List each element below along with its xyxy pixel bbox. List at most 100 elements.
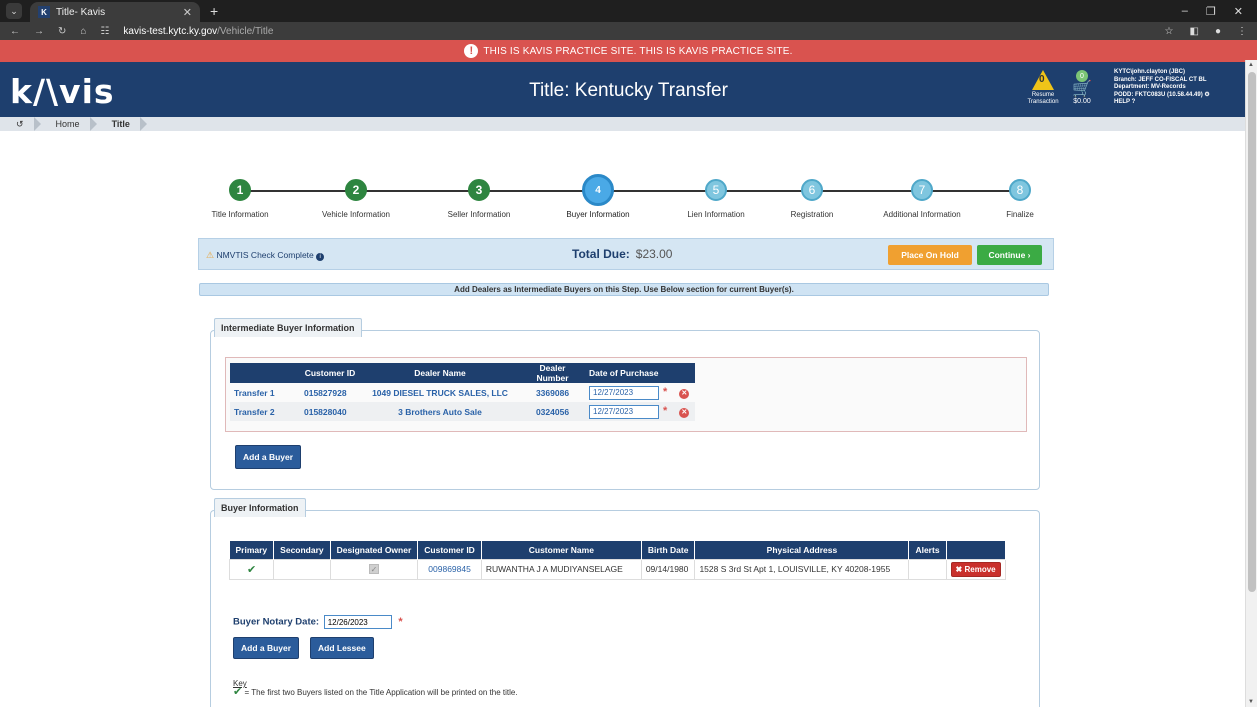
resume-transaction-button[interactable]: 0 Resume Transaction <box>1024 70 1062 106</box>
table-row: Transfer 2 015828040 3 Brothers Auto Sal… <box>230 402 695 421</box>
birth-date: 09/14/1980 <box>640 558 696 580</box>
scroll-down-icon[interactable]: ▼ <box>1248 699 1254 705</box>
back-icon[interactable]: ← <box>10 26 20 37</box>
intermediate-buyer-section: Intermediate Buyer Information Customer … <box>210 318 1040 490</box>
user-department: Department: MV-Records <box>1114 84 1186 90</box>
transfer-label[interactable]: Transfer 2 <box>230 402 300 421</box>
step-finalize: 8 Finalize <box>970 179 1070 219</box>
transaction-info-bar: ⚠ NMVTIS Check Complete i Total Due: $23.… <box>198 238 1054 270</box>
site-settings-icon[interactable]: ☷ <box>100 26 109 37</box>
window-close-icon[interactable]: ✕ <box>1234 5 1243 18</box>
warning-icon: 0 <box>1032 70 1054 90</box>
remove-buyer-button[interactable]: ✖ Remove <box>950 561 1001 577</box>
buyer-information-section: Buyer Information Primary Secondary Desi… <box>210 498 1040 707</box>
remove-transfer-icon[interactable]: ✕ <box>679 408 690 418</box>
step-lien-information: 5 Lien Information <box>666 179 766 219</box>
browser-menu-icon[interactable]: ⋮ <box>1237 26 1247 37</box>
scrollbar-thumb[interactable] <box>1248 72 1256 592</box>
step-seller-information[interactable]: 3 Seller Information <box>429 179 529 219</box>
minimize-icon[interactable]: – <box>1182 5 1188 18</box>
dealer-notice: Add Dealers as Intermediate Buyers on th… <box>199 283 1049 296</box>
page-scrollbar[interactable]: ▲ ▼ <box>1245 60 1257 707</box>
intermediate-buyer-table: Customer ID Dealer Name Dealer Number Da… <box>230 363 695 421</box>
user-branch: Branch: JEFF CO-FISCAL CT BL <box>1114 76 1207 83</box>
table-row: ✔ ✓ 009869845 RUWANTHA J A MUDIYANSELAGE… <box>228 558 1006 580</box>
step-title-information[interactable]: 1 Title Information <box>190 179 290 219</box>
profile-avatar-icon[interactable]: ● <box>1215 26 1221 37</box>
dealer-name[interactable]: 3 Brothers Auto Sale <box>360 402 520 421</box>
designated-owner-checkbox: ✓ <box>368 564 379 574</box>
continue-button[interactable]: Continue › <box>977 245 1042 265</box>
step-additional-information: 7 Additional Information <box>872 179 972 219</box>
required-icon: * <box>663 386 668 398</box>
kavis-favicon-icon: K <box>38 6 50 18</box>
buyer-table: Primary Secondary Designated Owner Custo… <box>228 541 1006 580</box>
forward-icon[interactable]: → <box>34 26 44 37</box>
dealer-number: 3369086 <box>535 387 570 398</box>
check-icon: ✔ <box>233 686 243 698</box>
close-icon: ✖ <box>955 564 963 574</box>
history-icon[interactable]: ↺ <box>0 117 41 131</box>
total-due: Total Due: $23.00 <box>572 247 673 261</box>
date-of-purchase-input[interactable] <box>589 385 659 400</box>
scroll-up-icon[interactable]: ▲ <box>1248 62 1254 68</box>
add-intermediate-buyer-button[interactable]: Add a Buyer <box>235 445 302 469</box>
primary-check-icon: ✔ <box>228 558 275 580</box>
remove-transfer-icon[interactable]: ✕ <box>679 389 690 399</box>
buyer-notary-date-input[interactable] <box>323 615 392 629</box>
restore-icon[interactable]: ❐ <box>1206 5 1216 18</box>
breadcrumb-current: Title <box>96 117 148 131</box>
physical-address: 1528 S 3rd St Apt 1, LOUISVILLE, KY 4020… <box>694 558 910 580</box>
help-link[interactable]: HELP ? <box>1114 99 1210 107</box>
date-of-purchase-input[interactable] <box>589 404 659 419</box>
intermediate-buyer-table-box: Customer ID Dealer Name Dealer Number Da… <box>225 357 1027 432</box>
dealer-name[interactable]: 1049 DIESEL TRUCK SALES, LLC <box>360 383 520 402</box>
step-registration: 6 Registration <box>762 179 862 219</box>
intermediate-buyer-legend: Intermediate Buyer Information <box>214 318 362 337</box>
progress-stepper: 1 Title Information 2 Vehicle Informatio… <box>198 174 1054 225</box>
user-podd: PODD: FKTC083U (10.58.44.49) ⚙ <box>1114 91 1210 98</box>
warning-icon: ⚠ <box>206 250 215 260</box>
customer-id[interactable]: 015828040 <box>300 402 360 421</box>
address-bar: ← → ↻ ⌂ ☷ kavis-test.kytc.ky.gov/Vehicle… <box>0 22 1257 40</box>
nmvtis-status[interactable]: ⚠ NMVTIS Check Complete i <box>206 250 325 261</box>
app-header: k/\vis Title: Kentucky Transfer 0 Resume… <box>0 62 1257 117</box>
bookmark-star-icon[interactable]: ☆ <box>1165 26 1174 37</box>
gear-icon[interactable]: ⚙ <box>1204 92 1209 98</box>
customer-id[interactable]: 015827928 <box>300 383 360 402</box>
dealer-number: 0324056 <box>520 402 585 421</box>
chevron-right-icon: › <box>1027 250 1031 260</box>
step-buyer-information[interactable]: 4 Buyer Information <box>548 174 648 219</box>
add-buyer-button[interactable]: Add a Buyer <box>233 637 300 659</box>
breadcrumb-home[interactable]: Home <box>40 117 97 131</box>
reload-icon[interactable]: ↻ <box>58 26 66 37</box>
help-icon: ? <box>1131 99 1136 105</box>
tab-title: Title- Kavis <box>56 6 106 18</box>
required-icon: * <box>398 615 403 628</box>
tab-close-icon[interactable]: ✕ <box>183 6 192 19</box>
step-vehicle-information[interactable]: 2 Vehicle Information <box>306 179 406 219</box>
cart-icon: 🛒 <box>1072 81 1092 98</box>
info-icon[interactable]: i <box>316 253 325 261</box>
buyer-customer-id-link[interactable]: 009869845 <box>428 564 471 574</box>
buyer-information-legend: Buyer Information <box>214 498 306 517</box>
home-icon[interactable]: ⌂ <box>80 26 86 37</box>
secondary-cell <box>273 558 331 580</box>
transfer-label[interactable]: Transfer 1 <box>230 383 300 402</box>
side-panel-icon[interactable]: ◧ <box>1190 26 1199 37</box>
user-name[interactable]: KYTC\john.clayton (JBC) <box>1114 69 1210 77</box>
add-lessee-button[interactable]: Add Lessee <box>310 637 374 659</box>
new-tab-icon[interactable]: + <box>210 3 218 19</box>
browser-tab[interactable]: K Title- Kavis ✕ <box>30 2 200 22</box>
customer-name: RUWANTHA J A MUDIYANSELAGE <box>480 558 642 580</box>
user-info: KYTC\john.clayton (JBC) Branch: JEFF CO-… <box>1114 69 1210 107</box>
url-field[interactable]: kavis-test.kytc.ky.gov/Vehicle/Title <box>123 26 273 37</box>
tab-search-icon[interactable]: ⌄ <box>6 3 22 19</box>
banner-text: THIS IS KAVIS PRACTICE SITE. THIS IS KAV… <box>483 45 793 57</box>
place-on-hold-button[interactable]: Place On Hold <box>888 245 972 265</box>
alert-icon: ! <box>464 44 479 58</box>
alerts-cell <box>908 558 947 580</box>
practice-banner: ! THIS IS KAVIS PRACTICE SITE. THIS IS K… <box>0 40 1257 62</box>
cart-total: $0.00 <box>1073 98 1091 105</box>
cart-button[interactable]: 0 🛒 $0.00 <box>1065 70 1099 105</box>
